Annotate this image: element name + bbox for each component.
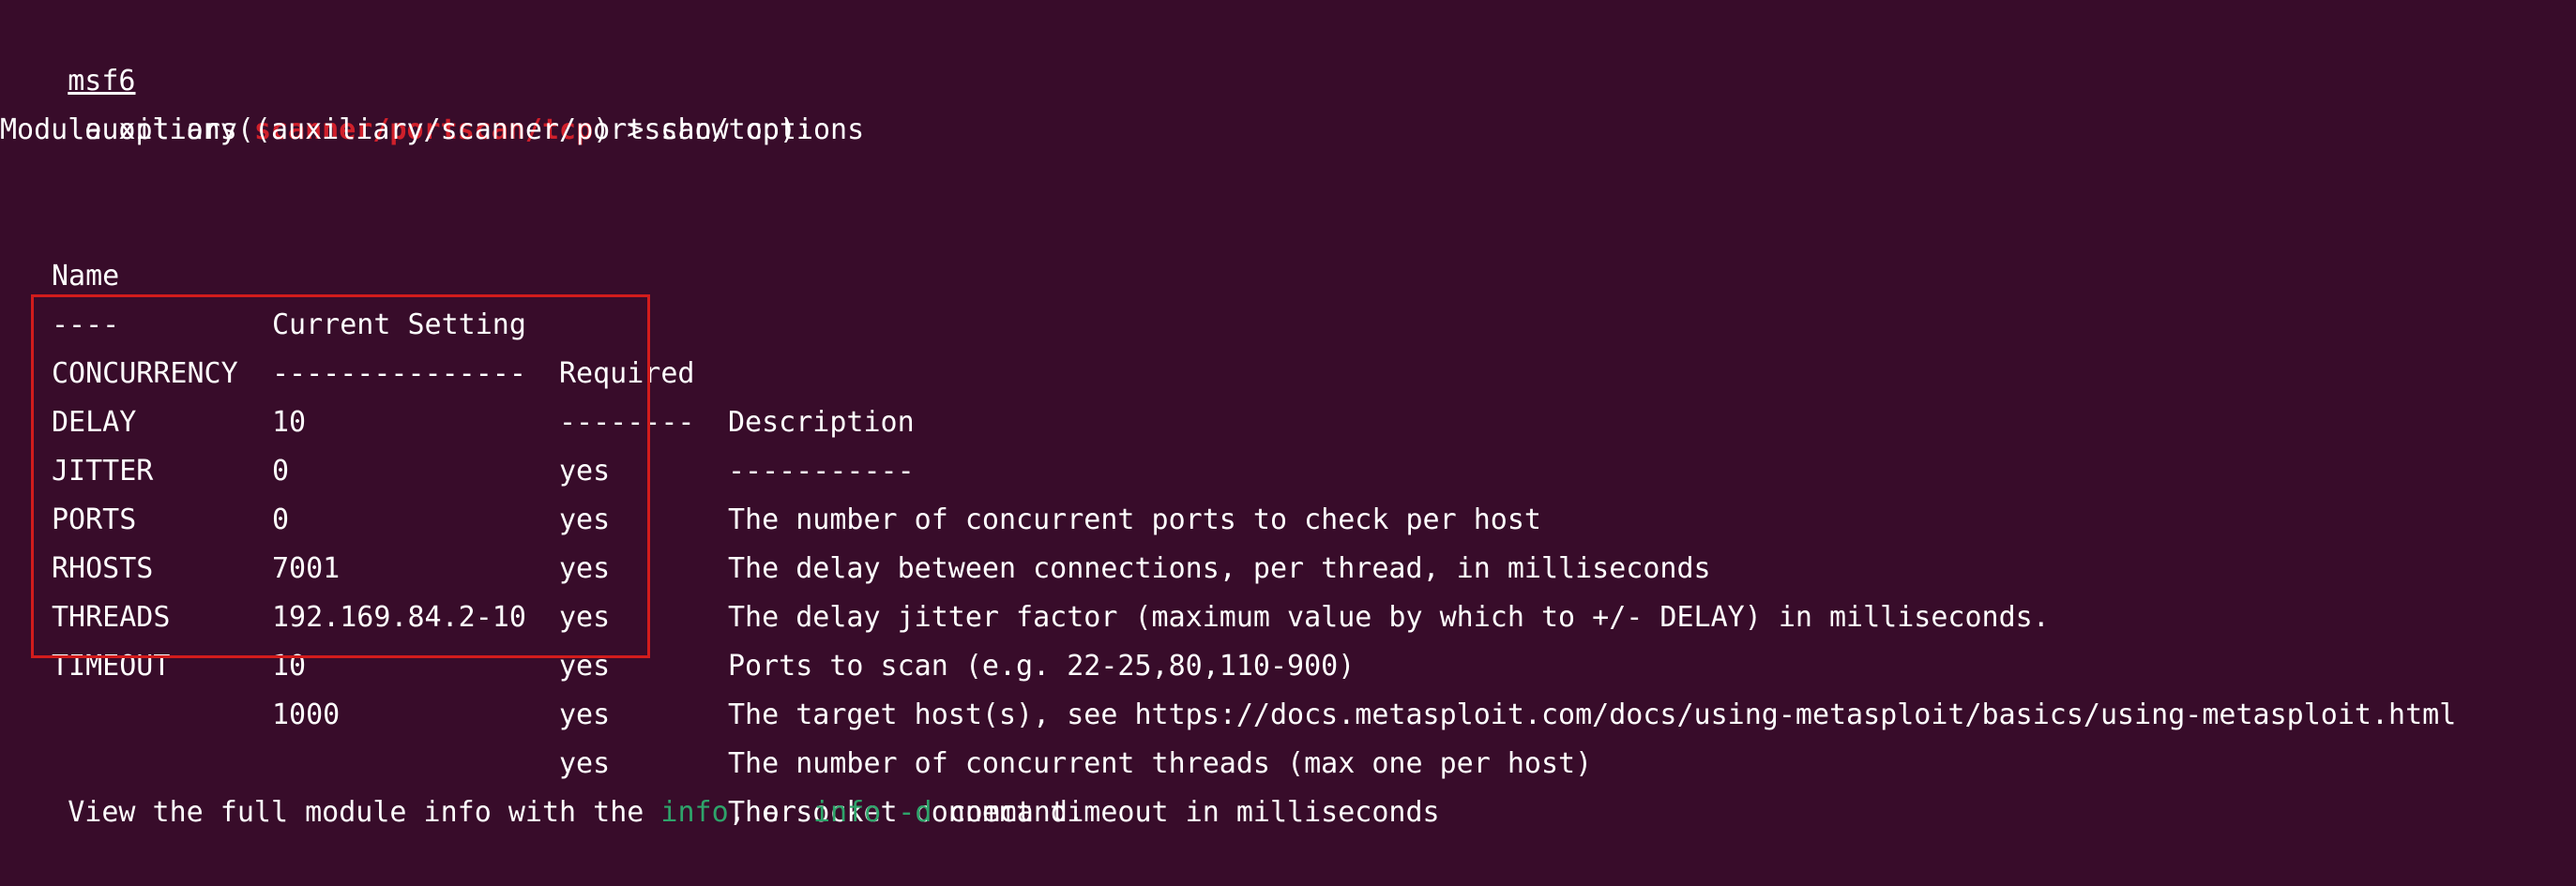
prompt-console: msf6 [68,65,136,98]
row-required: yes [559,698,611,731]
prompt-line: msf6 auxiliary(scanner/portscan/tcp) > s… [0,8,864,146]
row-description: Ports to scan (e.g. 22-25,80,110-900) [728,650,1356,683]
footer-info-command: info [660,796,729,829]
footer-line: View the full module info with the info,… [0,740,1084,829]
highlight-box [31,294,650,658]
footer-info-d-command: info -d [812,796,932,829]
terminal-window[interactable]: msf6 auxiliary(scanner/portscan/tcp) > s… [0,0,2576,829]
module-options-title: Module options (auxiliary/scanner/portsc… [0,113,813,146]
footer-prefix: View the full module info with the [68,796,661,829]
footer-middle: , or [728,796,813,829]
row-description: The target host(s), see https://docs.met… [728,698,2457,731]
footer-suffix: command. [932,796,1084,829]
table-header-row: Name Current Setting Required Descriptio… [0,203,2576,439]
row-setting: 1000 [272,698,341,731]
